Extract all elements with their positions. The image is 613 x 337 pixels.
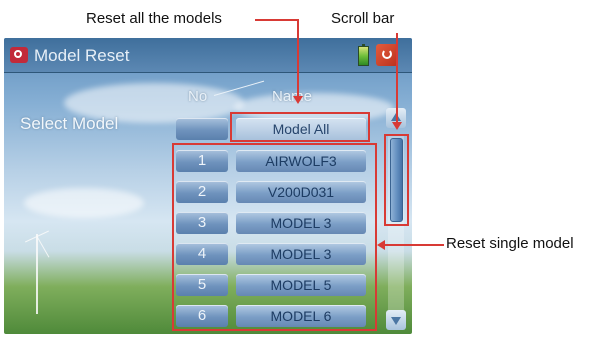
scroll-down-icon[interactable]: [386, 310, 406, 330]
battery-icon: [358, 44, 369, 66]
model-number: 1: [176, 150, 228, 172]
model-number: 6: [176, 305, 228, 327]
column-header-name: Name: [272, 88, 313, 105]
model-number: 2: [176, 181, 228, 203]
model-reset-icon: [10, 47, 28, 63]
select-model-label: Select Model: [20, 114, 119, 133]
annotation-reset-single: Reset single model: [446, 235, 574, 252]
title-bar: Model Reset: [4, 38, 412, 73]
annotation-reset-all: Reset all the models: [86, 10, 222, 27]
exit-icon[interactable]: [376, 44, 398, 66]
model-number: 5: [176, 274, 228, 296]
model-name-button[interactable]: MODEL 3: [236, 212, 366, 234]
model-name-button[interactable]: MODEL 6: [236, 305, 366, 327]
model-all-button[interactable]: Model All: [236, 118, 366, 140]
column-header-no: No: [188, 88, 208, 105]
model-name-button[interactable]: MODEL 5: [236, 274, 366, 296]
arrow-left-icon: [377, 240, 385, 250]
page-title: Model Reset: [34, 46, 130, 65]
leader-line: [384, 244, 444, 246]
leader-line: [396, 33, 398, 123]
annotation-scroll-bar: Scroll bar: [331, 10, 395, 27]
model-name-button[interactable]: MODEL 3: [236, 243, 366, 265]
model-name-button[interactable]: AIRWOLF3: [236, 150, 366, 172]
model-all-number: [176, 118, 228, 140]
arrow-down-icon: [293, 96, 303, 104]
header-divider: [213, 80, 265, 96]
arrow-down-icon: [392, 122, 402, 130]
leader-line: [297, 19, 299, 97]
scroll-thumb[interactable]: [390, 138, 403, 222]
leader-line: [255, 19, 298, 21]
model-number: 3: [176, 212, 228, 234]
model-number: 4: [176, 243, 228, 265]
device-screen: Model Reset No Name Select Model Model A…: [4, 38, 412, 334]
model-name-button[interactable]: V200D031: [236, 181, 366, 203]
wind-turbine-icon: [36, 234, 38, 314]
